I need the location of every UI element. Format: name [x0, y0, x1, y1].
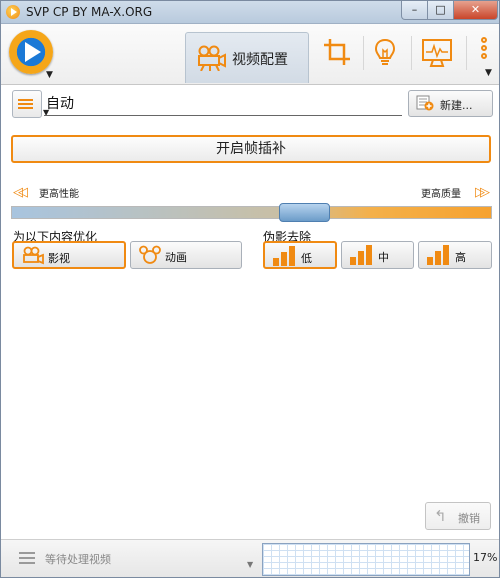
tab-video-profile-label: 视频配置 — [232, 52, 288, 68]
artifact-low-button[interactable]: 低 — [263, 241, 337, 269]
quality-slider-track[interactable] — [11, 206, 492, 219]
artifact-medium-label: 中 — [378, 251, 389, 264]
film-camera-icon — [22, 246, 44, 269]
queue-status-text: 等待处理视频 — [45, 553, 111, 566]
cpu-usage-graph — [262, 543, 470, 576]
cpu-usage-percent: 17% — [473, 551, 498, 564]
double-chevron-left-icon[interactable]: ◁◁ — [13, 185, 28, 200]
frame-interpolation-button[interactable]: 开启帧插补 — [11, 135, 491, 163]
video-camera-icon — [196, 45, 226, 74]
optimize-anime-label: 动画 — [165, 251, 187, 264]
optimize-anime-button[interactable]: 动画 — [130, 241, 242, 269]
queue-list-icon — [19, 552, 35, 567]
more-menu-arrow-icon[interactable]: ▼ — [485, 68, 492, 78]
logo-dropdown-arrow-icon[interactable]: ▼ — [46, 70, 53, 80]
toolbar-divider — [411, 36, 412, 70]
maximize-button[interactable]: □ — [427, 1, 454, 20]
undo-label: 撤销 — [458, 512, 480, 525]
status-bar: 等待处理视频 ▼ 17% — [1, 539, 499, 577]
artifact-high-button[interactable]: 高 — [418, 241, 492, 269]
more-menu-icon[interactable] — [479, 36, 493, 70]
new-profile-button[interactable]: 新建... — [408, 90, 493, 117]
window-title: SVP CP BY MA-X.ORG — [26, 5, 153, 19]
toolbar-divider — [363, 36, 364, 70]
optimize-movie-label: 影视 — [48, 252, 70, 265]
queue-dropdown-arrow-icon[interactable]: ▼ — [247, 560, 253, 569]
mickey-icon — [139, 245, 161, 268]
tab-video-profile[interactable]: 视频配置 — [185, 32, 309, 83]
lightbulb-icon[interactable] — [373, 38, 397, 71]
svp-logo-button[interactable] — [9, 30, 53, 74]
double-chevron-right-icon[interactable]: ▷▷ — [475, 185, 490, 200]
higher-performance-label: 更高性能 — [39, 189, 79, 200]
signal-bars-icon — [273, 246, 297, 266]
quality-slider-thumb[interactable] — [279, 203, 330, 222]
higher-quality-label: 更高质量 — [421, 189, 461, 200]
undo-button[interactable]: ↰ 撤销 — [425, 502, 491, 530]
app-logo-icon — [6, 5, 20, 19]
crop-icon[interactable] — [323, 38, 351, 69]
artifact-low-label: 低 — [301, 252, 312, 265]
title-bar[interactable]: SVP CP BY MA-X.ORG – □ ✕ — [1, 1, 499, 24]
signal-bars-icon — [350, 245, 374, 265]
profile-list-button[interactable]: ▼ — [12, 90, 49, 118]
toolbar-divider — [466, 36, 467, 70]
new-profile-icon — [416, 95, 434, 114]
profile-name-input[interactable] — [44, 89, 402, 116]
optimize-movie-button[interactable]: 影视 — [12, 241, 126, 269]
app-window: SVP CP BY MA-X.ORG – □ ✕ ▼ 视频配置 ▼ ▼ 自动 新… — [0, 0, 500, 578]
new-profile-label: 新建... — [440, 99, 473, 112]
undo-arrow-icon: ↰ — [434, 507, 447, 525]
artifact-medium-button[interactable]: 中 — [341, 241, 414, 269]
close-button[interactable]: ✕ — [453, 1, 498, 20]
minimize-button[interactable]: – — [401, 1, 428, 20]
toolbar: ▼ 视频配置 ▼ — [1, 24, 499, 85]
monitor-icon[interactable] — [421, 38, 453, 71]
signal-bars-icon — [427, 245, 451, 265]
artifact-high-label: 高 — [455, 251, 466, 264]
